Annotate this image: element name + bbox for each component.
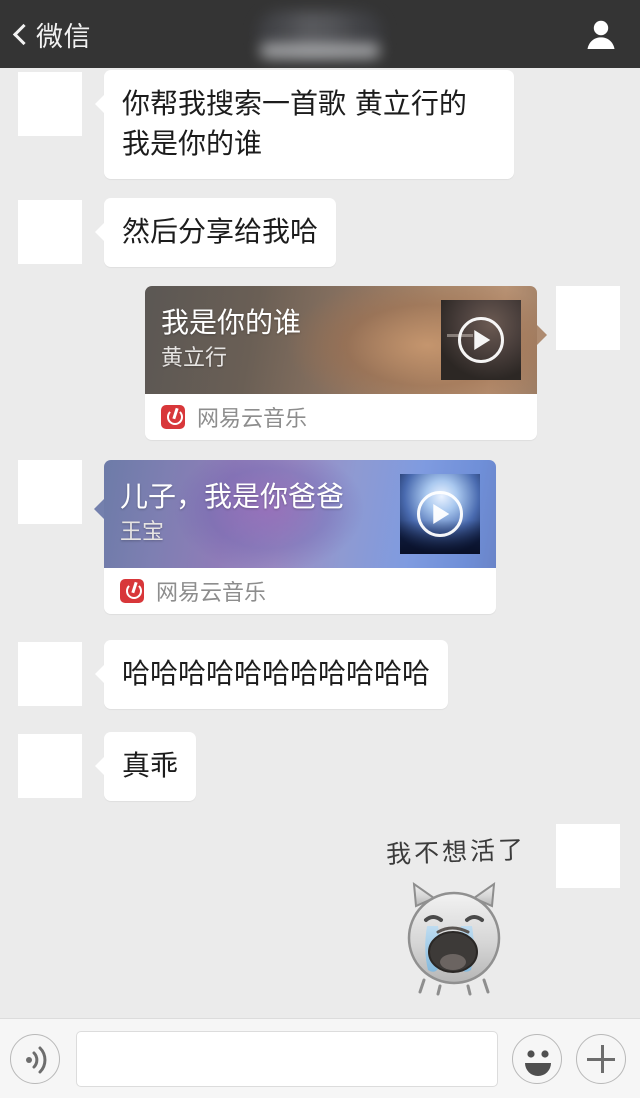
wechat-chat-screen: 微信 你帮我搜索一首歌 黄立行的 我是你的谁 然后分享给我哈 我是你的谁 黄立行…: [0, 0, 640, 1098]
voice-button[interactable]: [10, 1033, 60, 1084]
music-source-label: 网易云音乐: [197, 407, 308, 432]
message-text: 真乖: [122, 749, 179, 782]
music-card-body[interactable]: 我是你的谁 黄立行: [145, 286, 537, 394]
avatar[interactable]: [18, 460, 82, 524]
avatar[interactable]: [18, 734, 82, 798]
plus-icon-vertical: [600, 1044, 604, 1073]
play-icon[interactable]: [458, 317, 504, 363]
bubble-tail: [95, 94, 105, 114]
bubble-tail: [95, 222, 105, 242]
music-card[interactable]: 我是你的谁 黄立行 网易云音乐: [145, 286, 547, 440]
add-button[interactable]: [576, 1033, 626, 1084]
chevron-left-icon: [12, 23, 35, 46]
chat-header: 微信: [0, 0, 640, 68]
message-text: 哈哈哈哈哈哈哈哈哈哈哈: [122, 657, 431, 690]
play-triangle-icon: [474, 330, 491, 350]
message-input[interactable]: [76, 1030, 498, 1087]
music-title: 我是你的谁: [161, 306, 302, 339]
message-list[interactable]: 你帮我搜索一首歌 黄立行的 我是你的谁 然后分享给我哈 我是你的谁 黄立行 网易…: [0, 68, 640, 1018]
music-thumbnail[interactable]: [400, 474, 480, 554]
netease-music-icon: [120, 579, 144, 603]
play-triangle-icon: [433, 504, 450, 524]
message-bubble[interactable]: 真乖: [95, 732, 197, 801]
input-bar: [0, 1018, 640, 1098]
chat-title-redacted: [257, 11, 383, 57]
music-artist: 黄立行: [161, 346, 228, 371]
music-title: 儿子，我是你爸爸: [120, 480, 345, 513]
crying-cat-sticker[interactable]: 我不想活了: [372, 832, 562, 1002]
message-text: 你帮我搜索一首歌 黄立行的 我是你的谁: [122, 87, 467, 160]
music-thumbnail[interactable]: [441, 300, 521, 380]
bubble-tail: [536, 324, 547, 346]
message-bubble[interactable]: 哈哈哈哈哈哈哈哈哈哈哈: [95, 640, 449, 709]
music-card-meta: 儿子，我是你爸爸 王宝: [120, 480, 400, 548]
avatar[interactable]: [18, 72, 82, 136]
crying-cat-face-icon: [407, 881, 501, 996]
avatar[interactable]: [18, 642, 82, 706]
message-bubble[interactable]: 然后分享给我哈: [95, 198, 337, 267]
music-card[interactable]: 儿子，我是你爸爸 王宝 网易云音乐: [94, 460, 496, 614]
music-card-body[interactable]: 儿子，我是你爸爸 王宝: [104, 460, 496, 568]
chat-title: [0, 0, 640, 68]
bubble-tail: [95, 664, 105, 684]
avatar[interactable]: [18, 200, 82, 264]
avatar[interactable]: [556, 824, 620, 888]
music-source-label: 网易云音乐: [156, 581, 267, 606]
music-card-source: 网易云音乐: [104, 568, 496, 614]
play-icon[interactable]: [417, 491, 463, 537]
emoji-button[interactable]: [512, 1033, 562, 1084]
back-button-label: 微信: [36, 21, 91, 53]
message-text: 然后分享给我哈: [122, 215, 319, 248]
avatar[interactable]: [556, 286, 620, 350]
voice-wave-icon: [26, 1046, 47, 1073]
music-card-meta: 我是你的谁 黄立行: [161, 306, 441, 374]
sticker-caption: 我不想活了: [385, 835, 527, 869]
input-actions: [512, 1033, 626, 1084]
person-icon[interactable]: [584, 17, 618, 51]
chat-title-redacted-underline: [260, 44, 380, 58]
message-bubble[interactable]: 你帮我搜索一首歌 黄立行的 我是你的谁: [95, 70, 514, 179]
netease-music-icon: [161, 405, 185, 429]
music-card-source: 网易云音乐: [145, 394, 537, 440]
back-button[interactable]: 微信: [12, 0, 91, 68]
music-artist: 王宝: [120, 520, 165, 545]
bubble-tail: [95, 756, 105, 776]
smiley-icon: [525, 1049, 551, 1076]
